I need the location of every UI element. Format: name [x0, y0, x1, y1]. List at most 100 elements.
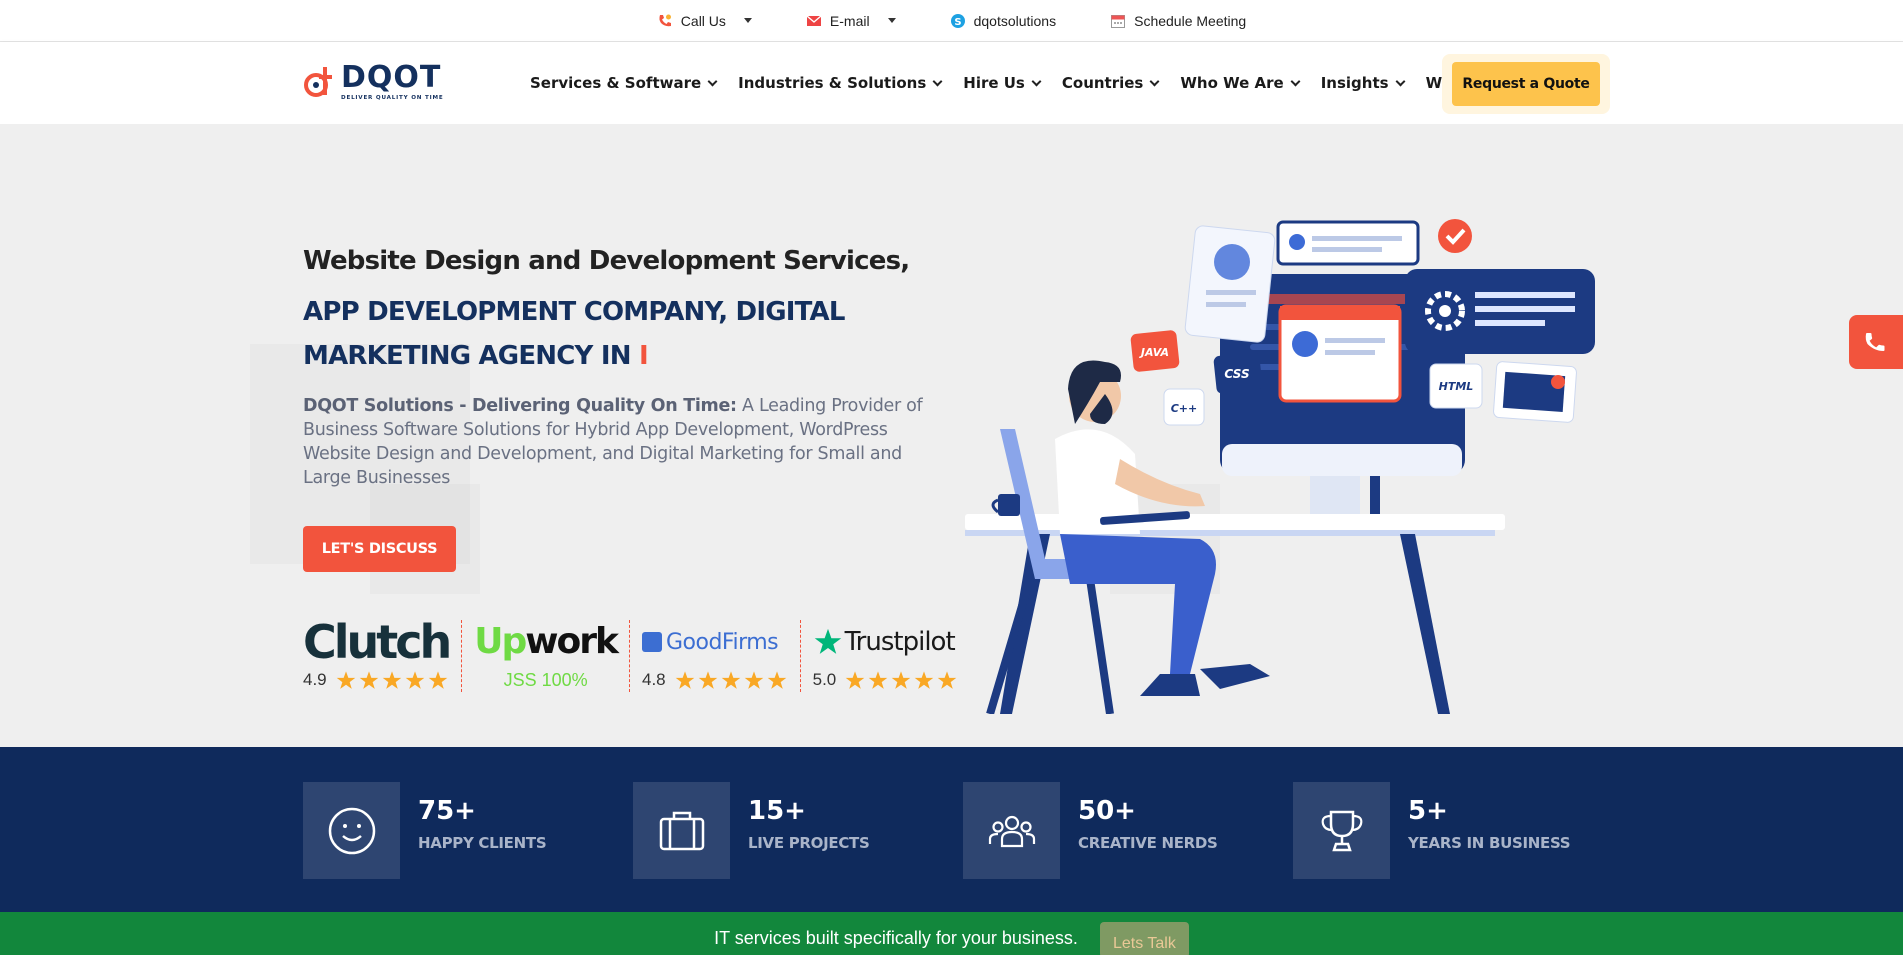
upwork-logo: Upwork — [474, 620, 619, 664]
nav-item-hire-us[interactable]: Hire Us — [963, 74, 1042, 92]
chevron-down-icon — [1031, 76, 1042, 86]
rating-stars — [674, 670, 788, 691]
css-tag: CSS — [1224, 367, 1249, 381]
chevron-down-icon — [707, 76, 718, 86]
quote-button-wrapper: Request a Quote — [1442, 54, 1610, 114]
caret-down-icon — [743, 18, 752, 23]
chevron-down-icon — [1290, 76, 1301, 86]
star-icon — [914, 670, 934, 689]
stat-icon-box — [303, 782, 400, 879]
trustpilot-badge[interactable]: Trustpilot 5.0 — [801, 620, 959, 692]
goodfirms-mark-icon — [641, 632, 662, 652]
goodfirms-wordmark: GoodFirms — [665, 629, 779, 655]
hero-lead-bold: DQOT Solutions - Delivering Quality On T… — [303, 396, 737, 416]
clutch-score: 4.9 — [303, 668, 449, 692]
nav-item-services[interactable]: Services & Software — [530, 74, 718, 92]
calendar-icon — [1111, 14, 1126, 28]
star-icon — [382, 670, 401, 689]
upwork-jss: JSS 100% — [503, 669, 588, 690]
upwork-score: JSS 100% — [474, 668, 617, 692]
cta-banner: IT services built specifically for your … — [0, 912, 1903, 955]
star-icon — [721, 670, 740, 689]
stat-live-projects: 15+ LIVE PROJECTS — [633, 782, 870, 879]
nav-item-label: Services & Software — [530, 74, 702, 92]
nav-item-who-we-are[interactable]: Who We Are — [1180, 74, 1301, 92]
nav-item-label: Hire Us — [963, 74, 1025, 92]
trustpilot-score: 5.0 — [813, 668, 959, 692]
nav-item-label: Industries & Solutions — [738, 74, 927, 92]
nav-menu: Services & Software Industries & Solutio… — [530, 42, 1469, 124]
star-icon — [744, 670, 763, 689]
rating-stars — [335, 670, 449, 691]
stat-happy-clients: 75+ HAPPY CLIENTS — [303, 782, 547, 879]
nav-item-insights[interactable]: Insights — [1320, 74, 1406, 92]
clutch-badge[interactable]: Clutch 4.9 — [303, 619, 463, 692]
trustpilot-logo: Trustpilot — [813, 620, 959, 664]
nav-item-label: Insights — [1320, 74, 1389, 92]
logo-mark-icon — [304, 67, 332, 97]
stat-number: 15+ — [748, 796, 806, 826]
stat-years-in-business: 5+ YEARS IN BUSINESS — [1293, 782, 1571, 879]
svg-text:S: S — [954, 17, 961, 28]
star-icon — [868, 670, 888, 689]
lets-discuss-button[interactable]: LET'S DISCUSS — [303, 526, 456, 572]
mail-icon — [806, 14, 822, 26]
star-icon — [405, 670, 424, 689]
skype-label: dqotsolutions — [973, 12, 1057, 29]
rating-stars — [844, 670, 958, 691]
stats-section: 75+ HAPPY CLIENTS 15+ LIVE PROJECTS 50+ CRE… — [0, 747, 1903, 912]
stat-label: CREATIVE NERDS — [1078, 834, 1218, 852]
star-icon — [845, 670, 865, 689]
caret-down-icon — [887, 18, 896, 23]
schedule-meeting-link[interactable]: Schedule Meeting — [1110, 13, 1246, 29]
trustpilot-star-icon — [814, 628, 841, 654]
trustpilot-rating: 5.0 — [812, 670, 837, 689]
floating-call-button[interactable] — [1849, 315, 1903, 369]
brand-name: DQOT — [341, 60, 442, 95]
hero-headline-secondary: APP DEVELOPMENT COMPANY, DIGITAL MARKETI… — [303, 290, 943, 378]
clutch-logo: Clutch — [303, 619, 452, 665]
review-badges: Clutch 4.9 Upwork JSS 100% GoodFirms 4.8 — [303, 619, 959, 692]
html-tag: HTML — [1439, 380, 1474, 393]
brand-logo[interactable]: DQOT DELIVER QUALITY ON TIME — [303, 62, 444, 102]
goodfirms-logo: GoodFirms — [641, 620, 788, 664]
schedule-label: Schedule Meeting — [1134, 12, 1247, 29]
email-label: E-mail — [829, 12, 870, 29]
nav-item-industries[interactable]: Industries & Solutions — [738, 74, 943, 92]
java-tag: JAVA — [1139, 346, 1169, 359]
banner-text: IT services built specifically for your … — [714, 928, 1078, 948]
stat-label: HAPPY CLIENTS — [418, 834, 547, 852]
lets-talk-button[interactable]: Lets Talk — [1099, 922, 1189, 955]
goodfirms-score: 4.8 — [642, 668, 788, 692]
nav-item-countries[interactable]: Countries — [1061, 74, 1160, 92]
hero-headline-secondary-text: APP DEVELOPMENT COMPANY, DIGITAL MARKETI… — [303, 297, 845, 371]
nav-item-label: Who We Are — [1180, 74, 1284, 92]
hero-section: Website Design and Development Services,… — [0, 124, 1903, 747]
chevron-down-icon — [932, 76, 943, 86]
top-contact-bar: Call Us E-mail S dqotsolutions Schedule … — [0, 0, 1903, 42]
chevron-down-icon — [1395, 76, 1406, 86]
stat-number: 75+ — [418, 796, 476, 826]
star-icon — [891, 670, 911, 689]
stat-label: YEARS IN BUSINESS — [1408, 834, 1571, 852]
phone-icon — [1865, 333, 1885, 351]
request-quote-button[interactable]: Request a Quote — [1452, 62, 1600, 106]
email-dropdown[interactable]: E-mail — [806, 13, 896, 29]
star-icon — [675, 670, 694, 689]
skype-link[interactable]: S dqotsolutions — [950, 12, 1057, 29]
developer-illustration: JAVA CSS C++ HTML — [965, 219, 1595, 714]
goodfirms-badge[interactable]: GoodFirms 4.8 — [630, 620, 801, 692]
stat-number: 5+ — [1408, 796, 1448, 826]
call-us-dropdown[interactable]: Call Us — [657, 13, 752, 29]
call-us-label: Call Us — [680, 12, 726, 29]
upwork-badge[interactable]: Upwork JSS 100% — [462, 620, 630, 692]
star-icon — [937, 670, 957, 689]
smile-icon — [328, 807, 375, 854]
stat-icon-box — [1293, 782, 1390, 879]
trophy-icon — [1321, 810, 1362, 851]
goodfirms-rating: 4.8 — [641, 670, 666, 689]
star-icon — [359, 670, 378, 689]
hero-lead-paragraph: DQOT Solutions - Delivering Quality On T… — [303, 394, 943, 490]
nav-item-label: Countries — [1061, 74, 1144, 92]
stat-creative-nerds: 50+ CREATIVE NERDS — [963, 782, 1218, 879]
